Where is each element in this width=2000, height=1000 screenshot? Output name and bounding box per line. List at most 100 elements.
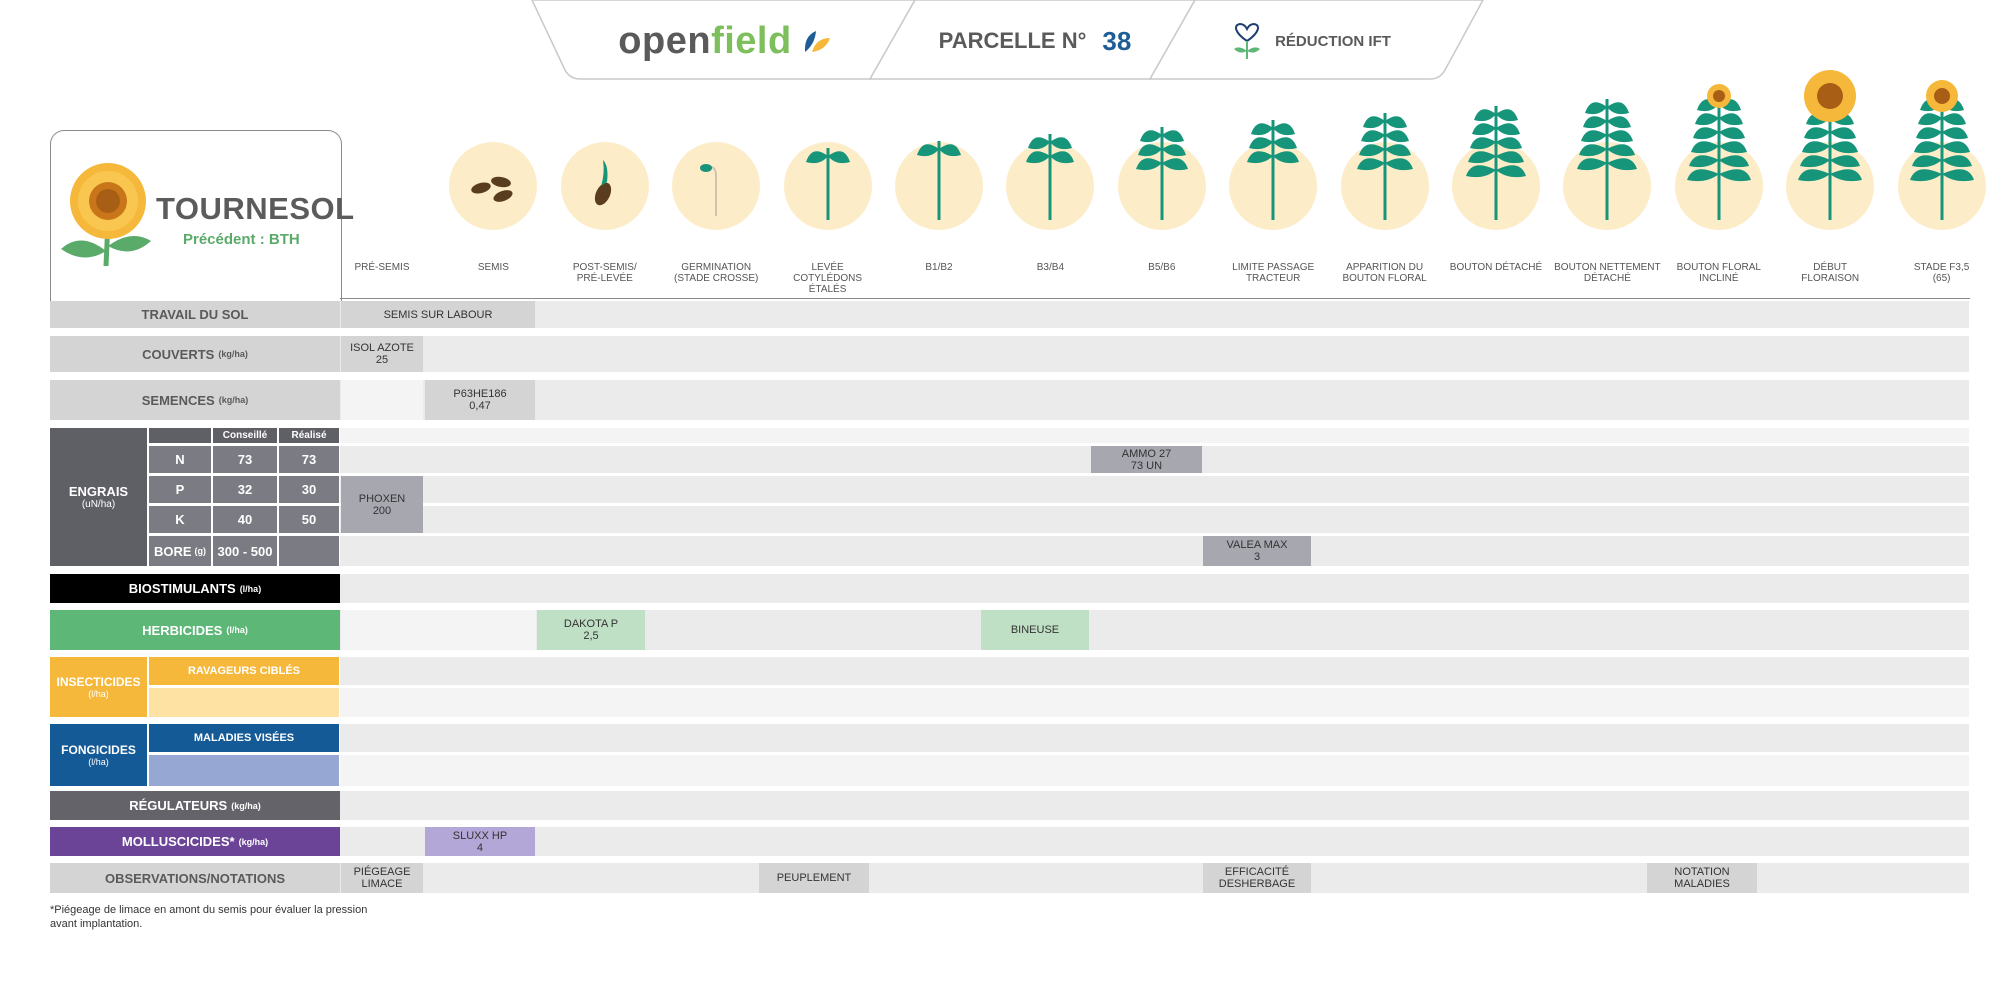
engrais-n-conseille: 73 [213,446,277,473]
entry-bineuse: BINEUSE [981,610,1089,650]
plant-stage-icon [1909,80,1974,220]
biostimulants-label: BIOSTIMULANTS [128,581,236,596]
stage-label: PRÉ-SEMIS [354,262,410,273]
plant-stage-icon [700,164,718,216]
insecticides-label: INSECTICIDES [56,675,141,689]
row-label-regulateurs: RÉGULATEURS (kg/ha) [50,791,340,820]
fongicides-label: FONGICIDES [61,743,136,757]
entry-peuplement: PEUPLEMENT [759,863,869,893]
molluscicides-unit: (kg/ha) [238,836,269,847]
stage-label: APPARITION DU BOUTON FLORAL [1342,262,1427,284]
row-bg-couverts [340,336,1969,372]
insecticides-sub-blank [149,688,339,717]
regulateurs-unit: (kg/ha) [231,800,261,811]
entry-isol-azote: ISOL AZOTE 25 [341,336,423,372]
molluscicides-label: MOLLUSCICIDES* [121,834,235,849]
row-label-herbicides: HERBICIDES (l/ha) [50,610,340,650]
sunflower-icon [61,163,151,267]
plant-stage-icon [1247,120,1300,220]
engrais-bore-unit: (g) [194,546,207,556]
plant-stage-icon [805,148,850,220]
engrais-bore-realise [279,536,339,566]
entry-empty-herbicides-presemis [341,610,536,650]
entry-p63he186: P63HE186 0,47 [425,380,535,420]
entry-empty-semences-presemis [341,380,423,420]
plant-stage-icon [1466,106,1526,220]
stage-label: B5/B6 [1148,262,1176,273]
engrais-header-blank [149,428,211,443]
crop-card: TOURNESOL Précédent : BTH [50,130,354,301]
insecticides-unit: (l/ha) [88,689,109,699]
stage-label: DÉBUT FLORAISON [1801,262,1860,284]
stage-label: LIMITE PASSAGE TRACTEUR [1232,262,1315,284]
stage-label: STADE F3,5 (65) [1913,262,1970,284]
engrais-bore-name-cell: BORE (g) [149,536,211,566]
insecticides-sub-label: RAVAGEURS CIBLÉS [149,657,339,685]
engrais-unit: (uN/ha) [81,499,116,510]
entry-semis-labour: SEMIS SUR LABOUR [341,301,535,328]
row-bg-fongicides-1 [340,724,1969,752]
couverts-label: COUVERTS [142,346,215,362]
plant-stage-icon [594,160,611,206]
semences-unit: (kg/ha) [218,395,249,405]
entry-dakota-p: DAKOTA P 2,5 [537,610,645,650]
ravageurs-label: RAVAGEURS CIBLÉS [187,665,301,677]
stage-label: SEMIS [477,262,509,273]
travail-sol-label: TRAVAIL DU SOL [141,307,249,322]
engrais-col-conseille: Conseillé [213,428,277,443]
row-bg-engrais-3 [340,506,1969,533]
row-label-observations: OBSERVATIONS/NOTATIONS [50,863,340,893]
stage-label: BOUTON DÉTACHÉ [1449,262,1543,273]
entry-efficacite-desherbage: EFFICACITÉ DESHERBAGE [1203,863,1311,893]
engrais-p-realise: 30 [279,476,339,503]
row-label-biostimulants: BIOSTIMULANTS (l/ha) [50,574,340,603]
entry-valea-max: VALEA MAX 3 [1203,536,1311,566]
plant-stage-icon [1356,113,1413,220]
row-bg-insecticides-1 [340,657,1969,685]
engrais-col-realise: Réalisé [279,428,339,443]
fongicides-label-block: FONGICIDES (l/ha) [50,724,147,786]
footnote: *Piégeage de limace en amont du semis po… [50,904,368,930]
header-divider [340,298,1970,299]
stage-label: POST-SEMIS/ PRÉ-LEVÉE [572,262,637,284]
plant-stage-icon [917,141,961,220]
engrais-label-block: ENGRAIS (uN/ha) [50,428,147,566]
row-bg-insecticides-2 [340,688,1969,717]
plant-stage-icon [1577,99,1638,220]
semences-label: SEMENCES [141,392,215,408]
engrais-k-realise: 50 [279,506,339,533]
row-bg-travail [340,301,1969,328]
engrais-label: ENGRAIS [68,484,129,499]
stage-label: B1/B2 [925,262,953,273]
engrais-n-name: N [149,446,211,473]
stage-label: BOUTON FLORAL INCLINÉ [1676,262,1761,284]
row-bg-fongicides-2 [340,755,1969,786]
row-bg-engrais-2 [340,476,1969,503]
row-label-travail-sol: TRAVAIL DU SOL [50,301,340,328]
engrais-bore-name: BORE [153,543,192,559]
engrais-k-name: K [149,506,211,533]
observations-label: OBSERVATIONS/NOTATIONS [104,870,286,886]
entry-piegeage-limace: PIÉGEAGE LIMACE [341,863,423,893]
stage-label: B3/B4 [1036,262,1065,273]
row-label-molluscicides: MOLLUSCICIDES* (kg/ha) [50,827,340,856]
stage-label: GERMINATION (STADE CROSSE) [674,262,759,284]
row-bg-engrais-4 [340,536,1969,566]
stage-label: LEVÉE COTYLÉDONS ÉTALÉS [793,262,863,295]
plant-stage-icon [471,176,513,202]
entry-ammo27: AMMO 27 73 uN [1091,446,1202,473]
engrais-n-realise: 73 [279,446,339,473]
fongicides-unit: (l/ha) [88,757,109,767]
plant-stage-icon [1026,134,1075,220]
plant-stage-icon [1798,70,1863,220]
row-bg-molluscicides [340,827,1969,856]
herbicides-label: HERBICIDES [142,622,223,638]
fongicides-sub-label: MALADIES VISÉES [149,724,339,752]
row-bg-biostimulants [340,574,1969,603]
row-bg-semences [340,380,1969,420]
crop-name: TOURNESOL [156,191,355,226]
engrais-k-conseille: 40 [213,506,277,533]
entry-notation-maladies: NOTATION MALADIES [1647,863,1757,893]
herbicides-unit: (l/ha) [226,625,248,635]
entry-phoxen: PHOXEN 200 [341,476,423,533]
